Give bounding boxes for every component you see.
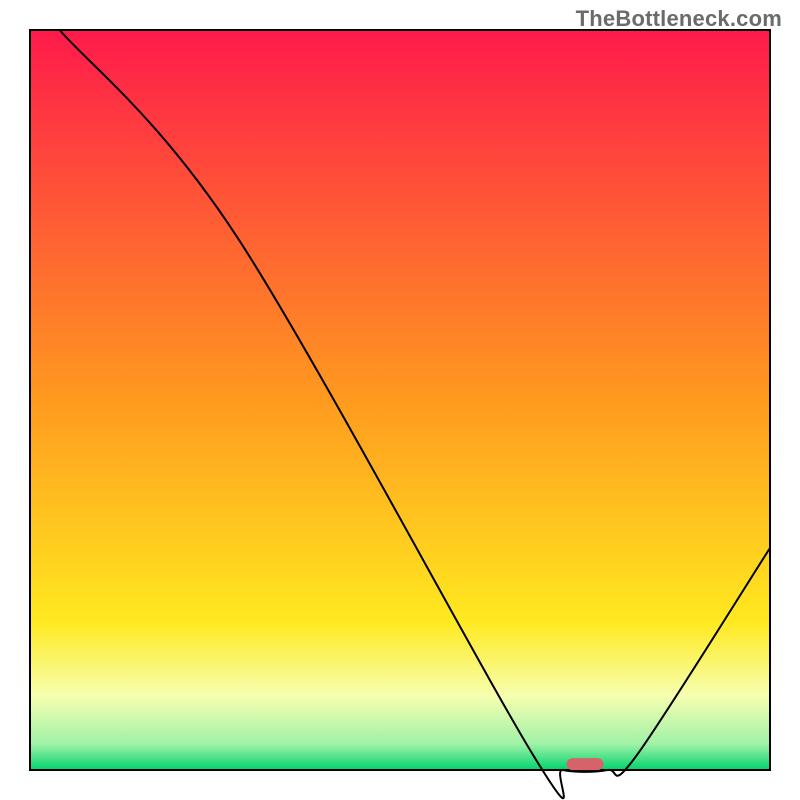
- bottleneck-chart: [0, 0, 800, 800]
- chart-stage: TheBottleneck.com: [0, 0, 800, 800]
- plot-background: [30, 30, 770, 770]
- optimal-marker: [567, 758, 604, 770]
